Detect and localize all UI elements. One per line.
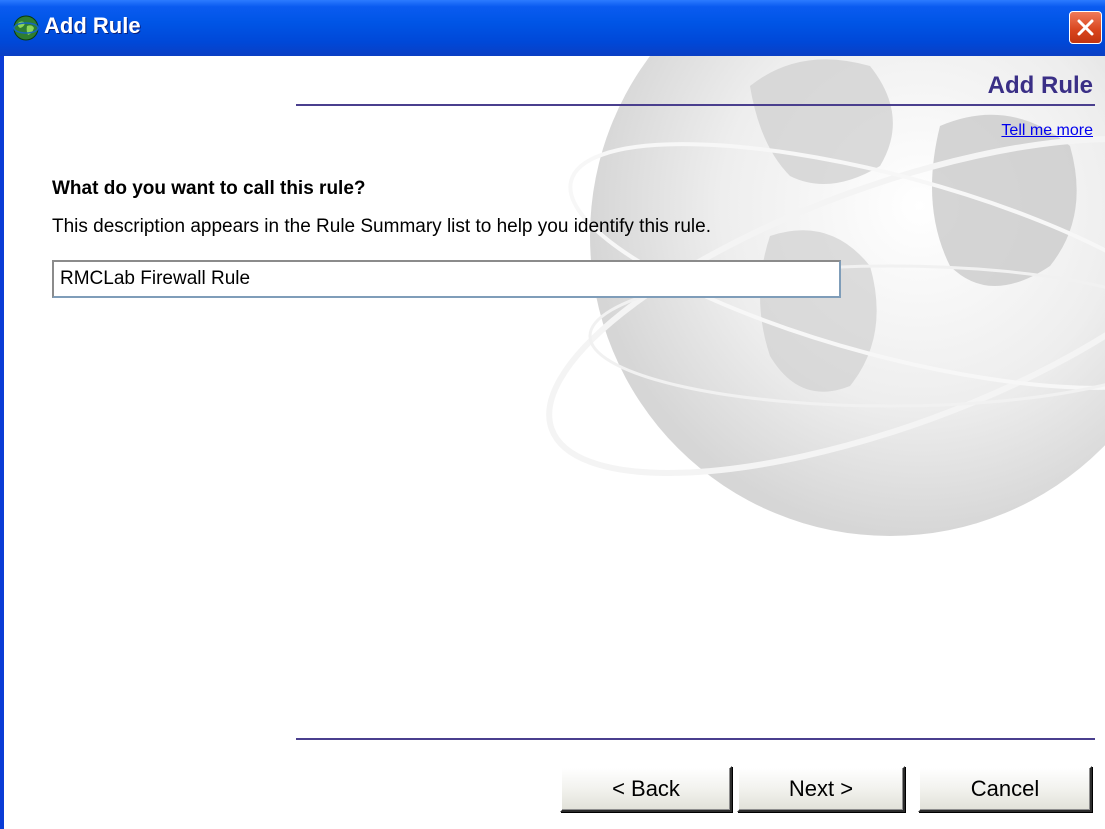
- back-button[interactable]: < Back: [560, 766, 732, 812]
- window-title: Add Rule: [44, 13, 141, 38]
- wizard-content: Add Rule Tell me more What do you want t…: [4, 56, 1105, 829]
- add-rule-dialog: Add Rule Add Rule Tell me more What do y…: [0, 0, 1105, 829]
- globe-icon: [12, 14, 40, 42]
- title-bar[interactable]: Add Rule: [0, 0, 1105, 56]
- tell-me-more-link[interactable]: Tell me more: [1001, 122, 1093, 140]
- close-button[interactable]: [1069, 11, 1102, 44]
- page-title: Add Rule: [987, 72, 1093, 99]
- window-border: [0, 0, 4, 829]
- footer-divider: [296, 738, 1095, 740]
- close-icon: [1077, 19, 1094, 36]
- cancel-button[interactable]: Cancel: [918, 766, 1092, 812]
- header-divider: [296, 104, 1095, 106]
- next-button[interactable]: Next >: [737, 766, 905, 812]
- rule-name-question: What do you want to call this rule?: [52, 178, 366, 199]
- rule-name-input[interactable]: [52, 260, 841, 298]
- rule-name-description: This description appears in the Rule Sum…: [52, 216, 711, 237]
